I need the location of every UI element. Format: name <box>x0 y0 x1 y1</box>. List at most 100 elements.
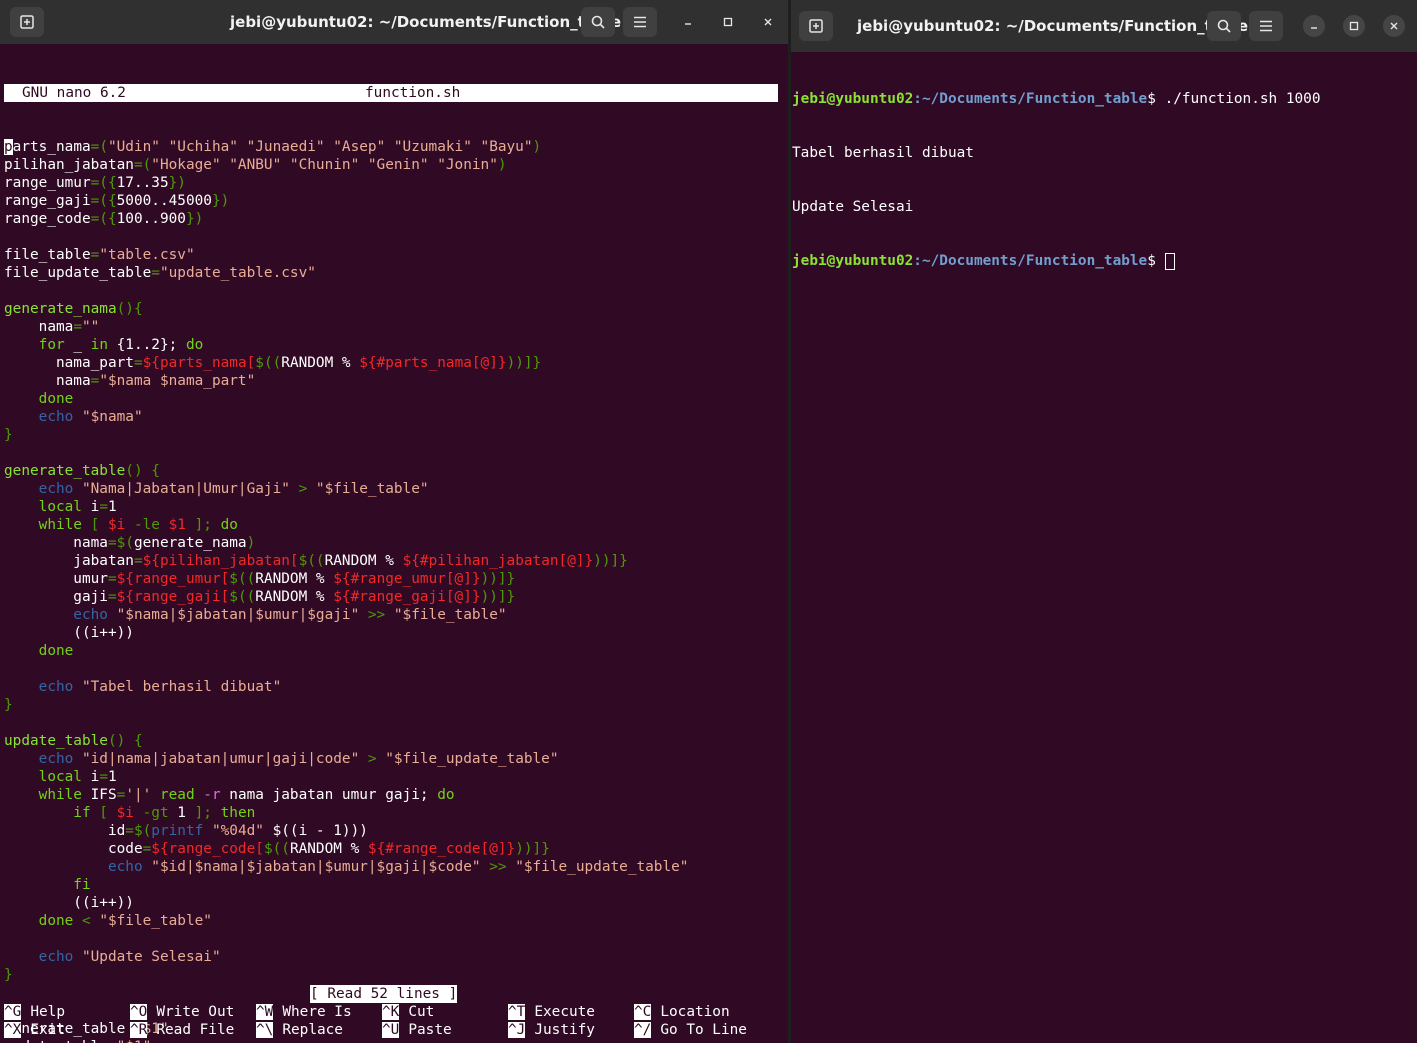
code-line: done <box>4 642 788 660</box>
code-token: = <box>99 499 108 515</box>
code-token: -r <box>203 787 221 803</box>
minimize-icon[interactable] <box>1303 15 1325 37</box>
code-line: echo "$id|$nama|$jabatan|$umur|$gaji|$co… <box>4 858 788 876</box>
shortcut-item[interactable]: ^O Write Out <box>130 1003 234 1021</box>
titlebar[interactable]: jebi@yubuntu02: ~/Documents/Function_tab… <box>791 0 1417 52</box>
code-token: echo <box>4 679 74 695</box>
code-token: $( <box>133 823 152 839</box>
code-token: $(( <box>229 571 256 587</box>
window-title: jebi@yubuntu02: ~/Documents/Function_tab… <box>230 13 622 31</box>
shortcut-label: Help <box>30 1004 65 1020</box>
code-line: generate_nama(){ <box>4 300 788 318</box>
nano-status-message: [ Read 52 lines ] <box>310 985 458 1003</box>
shortcut-item[interactable]: ^\ Replace <box>256 1021 343 1039</box>
output-line: Tabel berhasil dibuat <box>792 145 974 161</box>
code-line: echo "$nama" <box>4 408 788 426</box>
titlebar[interactable]: jebi@yubuntu02: ~/Documents/Function_tab… <box>0 0 788 44</box>
hamburger-menu-icon[interactable] <box>623 7 657 37</box>
code-token: $((i - 1))) <box>263 823 368 839</box>
code-line: file_table="table.csv" <box>4 246 788 264</box>
nano-header: GNU nano 6.2 function.sh <box>4 84 778 102</box>
shortcut-key: ^/ <box>634 1022 652 1038</box>
shortcut-key: ^W <box>256 1004 274 1020</box>
search-icon[interactable] <box>581 7 615 37</box>
shortcut-item[interactable]: ^J Justify <box>508 1021 595 1039</box>
code-token: i <box>81 499 100 515</box>
active-prompt-line[interactable]: jebi@yubuntu02:~/Documents/Function_tabl… <box>792 252 1417 270</box>
code-line: echo "Update Selesai" <box>4 948 788 966</box>
maximize-icon[interactable] <box>717 11 739 33</box>
code-token: jabatan <box>4 553 134 569</box>
code-token: ((i++)) <box>4 625 134 641</box>
minimize-icon[interactable] <box>677 11 699 33</box>
shortcut-item[interactable]: ^K Cut <box>382 1003 434 1021</box>
shortcut-item[interactable]: ^X Exit <box>4 1021 65 1039</box>
code-token: generate_nama <box>133 535 247 551</box>
code-token: do <box>437 787 455 803</box>
shortcut-item[interactable]: ^T Execute <box>508 1003 595 1021</box>
code-token: update_table <box>4 1039 117 1043</box>
code-token: ]; <box>185 805 221 821</box>
code-token: echo <box>4 751 74 767</box>
code-token: id <box>4 823 126 839</box>
code-line: code=${range_code[$((RANDOM % ${#range_c… <box>4 840 788 858</box>
close-icon[interactable] <box>757 11 779 33</box>
code-token: ) <box>532 139 542 155</box>
shortcut-label: Read File <box>156 1022 235 1038</box>
code-token: =( <box>90 139 108 155</box>
hamburger-menu-icon[interactable] <box>1249 11 1283 41</box>
code-token: do <box>220 517 238 533</box>
code-token: done <box>4 391 74 407</box>
code-token: ${#range_umur[@]} <box>333 571 481 587</box>
nano-terminal-window[interactable]: jebi@yubuntu02: ~/Documents/Function_tab… <box>0 0 788 1043</box>
code-token: range_umur <box>4 175 91 191</box>
code-token: >> <box>480 859 516 875</box>
code-line: echo "id|nama|jabatan|umur|gaji|code" > … <box>4 750 788 768</box>
shortcut-key: ^J <box>508 1022 526 1038</box>
maximize-icon[interactable] <box>1343 15 1365 37</box>
code-line: range_gaji=({5000..45000}) <box>4 192 788 210</box>
code-token: "Tabel berhasil dibuat" <box>81 679 282 695</box>
shell-terminal-window[interactable]: jebi@yubuntu02: ~/Documents/Function_tab… <box>791 0 1417 1043</box>
nano-editor[interactable]: GNU nano 6.2 function.sh parts_nama=("Ud… <box>4 48 788 1043</box>
code-token: ${#pilihan_jabatan[@]} <box>402 553 594 569</box>
code-token: = <box>125 823 134 839</box>
code-token: "" <box>81 319 100 335</box>
new-tab-icon[interactable] <box>10 7 44 37</box>
shortcut-item[interactable]: ^/ Go To Line <box>634 1021 747 1039</box>
close-icon[interactable] <box>1383 15 1405 37</box>
code-token: }) <box>185 211 204 227</box>
code-token: } <box>4 427 13 443</box>
shortcut-item[interactable]: ^G Help <box>4 1003 65 1021</box>
code-token: fi <box>4 877 91 893</box>
code-line: while [ $i -le $1 ]; do <box>4 516 788 534</box>
code-token: 17..35 <box>116 175 169 191</box>
code-buffer[interactable]: parts_nama=("Udin" "Uchiha" "Junaedi" "A… <box>4 138 788 1043</box>
code-line: done <box>4 390 788 408</box>
shortcut-item[interactable]: ^C Location <box>634 1003 730 1021</box>
code-token: if <box>4 805 91 821</box>
code-token: umur <box>4 571 108 587</box>
code-token: = <box>151 265 160 281</box>
shell-output[interactable]: jebi@yubuntu02:~/Documents/Function_tabl… <box>792 54 1417 1043</box>
code-token: ) <box>246 535 256 551</box>
new-tab-icon[interactable] <box>799 11 833 41</box>
code-token: = <box>142 841 152 857</box>
shortcut-item[interactable]: ^U Paste <box>382 1021 452 1039</box>
shortcut-item[interactable]: ^W Where Is <box>256 1003 352 1021</box>
code-token: $(( <box>298 553 325 569</box>
code-token: = <box>90 247 100 263</box>
code-token: {1..2}; <box>107 337 186 353</box>
shortcut-label: Location <box>660 1004 730 1020</box>
shortcut-item[interactable]: ^R Read File <box>130 1021 234 1039</box>
prompt-path: :~/Documents/Function_table <box>913 91 1148 107</box>
search-icon[interactable] <box>1207 11 1241 41</box>
